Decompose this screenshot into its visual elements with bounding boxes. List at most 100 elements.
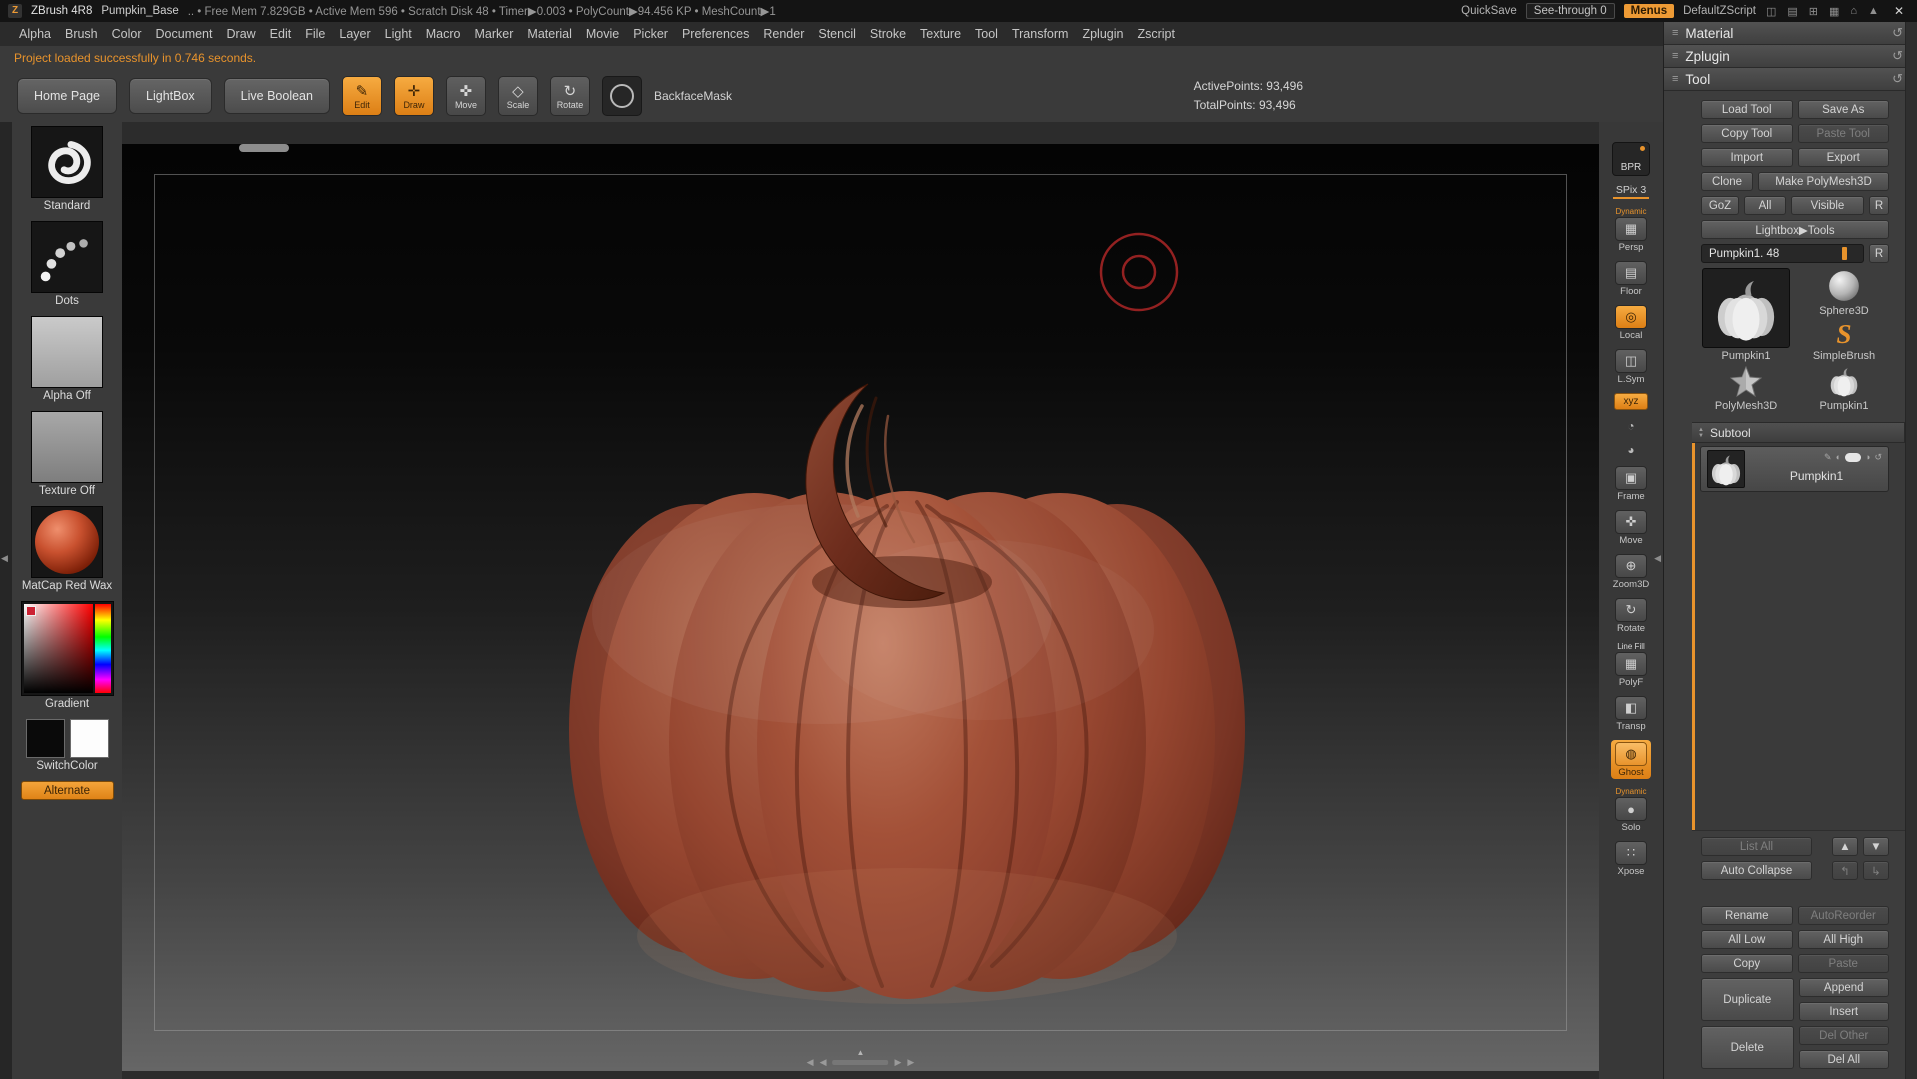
edit-mode-button[interactable]: ✎ Edit — [342, 76, 382, 116]
scroll-thumb[interactable] — [833, 1060, 889, 1065]
copy-tool-button[interactable]: Copy Tool — [1701, 124, 1793, 143]
duplicate-button[interactable]: Duplicate — [1701, 978, 1794, 1021]
menu-item-file[interactable]: File — [298, 24, 332, 44]
solo-button[interactable]: Dynamic ● Solo — [1615, 787, 1647, 833]
menu-item-macro[interactable]: Macro — [419, 24, 468, 44]
menu-item-texture[interactable]: Texture — [913, 24, 968, 44]
secondary-color-swatch[interactable] — [70, 719, 109, 758]
move-canvas-button[interactable]: ✜ Move — [1615, 510, 1647, 546]
polyframe-button[interactable]: Line Fill ▦ PolyF — [1615, 642, 1647, 688]
list-all-button[interactable]: List All — [1701, 837, 1812, 856]
tool-inventory-slider[interactable]: Pumpkin1. 48 — [1701, 244, 1864, 263]
subtool-up-button[interactable]: ▲ — [1832, 837, 1858, 856]
half-size-icon[interactable]: ◔ — [1621, 418, 1641, 434]
backface-mask-button[interactable]: BackfaceMask — [654, 89, 732, 103]
menus-button[interactable]: Menus — [1624, 4, 1674, 18]
goz-visible-button[interactable]: Visible — [1791, 196, 1864, 215]
material-palette-header[interactable]: ≡ Material ↺ — [1664, 22, 1917, 45]
alpha-selector[interactable]: Alpha Off — [21, 316, 114, 402]
zplugin-cycle-icon[interactable]: ↺ — [1892, 48, 1903, 64]
subtool-scroll-down-icon[interactable]: ▼ — [1698, 433, 1704, 439]
panel-scrollbar[interactable] — [1905, 22, 1917, 1079]
move-mode-button[interactable]: ✜ Move — [446, 76, 486, 116]
shelf-collapse-icon[interactable]: ◀ — [1654, 553, 1661, 564]
palette-menu-icon[interactable]: ≡ — [1672, 73, 1678, 85]
scroll-up-icon[interactable]: ▲ — [857, 1048, 865, 1057]
slider-handle[interactable] — [1842, 247, 1847, 260]
brush-thumbnail[interactable] — [31, 126, 103, 198]
ghost-button[interactable]: ◍ Ghost — [1611, 740, 1651, 779]
hue-strip[interactable] — [95, 604, 111, 693]
tray-collapse-icon[interactable]: ◀ — [1, 553, 8, 564]
document-canvas[interactable]: ◀ ◀ ▶ ▶ ▲ — [122, 144, 1599, 1071]
material-cycle-icon[interactable]: ↺ — [1892, 25, 1903, 41]
menu-item-stencil[interactable]: Stencil — [811, 24, 863, 44]
make-polymesh3d-button[interactable]: Make PolyMesh3D — [1758, 172, 1889, 191]
auto-collapse-button[interactable]: Auto Collapse — [1701, 861, 1812, 880]
volume-icon[interactable]: ◫ — [1765, 5, 1777, 18]
export-button[interactable]: Export — [1798, 148, 1890, 167]
subtool-thumbnail[interactable] — [1707, 450, 1745, 488]
insert-button[interactable]: Insert — [1799, 1002, 1890, 1021]
lsym-button[interactable]: ◫ L.Sym — [1615, 349, 1647, 385]
saturation-value-area[interactable] — [24, 604, 93, 693]
uv-icon[interactable]: ◐ — [1836, 452, 1841, 462]
home-icon[interactable]: ⌂ — [1849, 5, 1858, 17]
pumpkin1-tool[interactable]: Pumpkin1 — [1799, 364, 1889, 414]
alternate-button[interactable]: Alternate — [21, 781, 114, 800]
shader-icon[interactable]: ◑ — [1865, 452, 1870, 462]
menu-item-picker[interactable]: Picker — [626, 24, 675, 44]
alpha-thumbnail[interactable] — [31, 316, 103, 388]
panels-icon[interactable]: ▤ — [1786, 5, 1798, 18]
del-all-button[interactable]: Del All — [1799, 1050, 1890, 1069]
subtool-scrollbar[interactable] — [1692, 443, 1695, 830]
documents-icon[interactable]: ▦ — [1828, 5, 1840, 18]
dynamic-persp-button[interactable]: Dynamic ▦ Persp — [1615, 207, 1647, 253]
bpr-render-button[interactable]: BPR — [1612, 142, 1650, 176]
canvas-scrollbar[interactable]: ◀ ◀ ▶ ▶ ▲ — [807, 1057, 915, 1068]
close-icon[interactable]: ✕ — [1889, 4, 1909, 18]
xyz-axis-button[interactable]: xyz — [1614, 393, 1648, 410]
all-high-button[interactable]: All High — [1798, 930, 1890, 949]
home-page-button[interactable]: Home Page — [17, 78, 117, 114]
subtool-section-header[interactable]: ▲ ▼ Subtool — [1692, 422, 1905, 443]
zplugin-palette-header[interactable]: ≡ Zplugin ↺ — [1664, 45, 1917, 68]
live-boolean-button[interactable]: Live Boolean — [224, 78, 330, 114]
default-zscript-button[interactable]: DefaultZScript — [1683, 5, 1756, 17]
spix-slider[interactable]: SPix 3 — [1613, 184, 1649, 199]
del-other-button[interactable]: Del Other — [1799, 1026, 1890, 1045]
move-up-hierarchy-button[interactable]: ↰ — [1832, 861, 1858, 880]
import-button[interactable]: Import — [1701, 148, 1793, 167]
grid-layout-icon[interactable]: ⊞ — [1808, 5, 1819, 18]
pumpkin-model[interactable] — [122, 144, 1599, 1071]
delete-button[interactable]: Delete — [1701, 1026, 1794, 1069]
move-down-hierarchy-button[interactable]: ↳ — [1863, 861, 1889, 880]
simplebrush-tool[interactable]: S SimpleBrush — [1799, 319, 1889, 364]
color-selector[interactable]: Gradient — [21, 601, 114, 710]
lightbox-button[interactable]: LightBox — [129, 78, 212, 114]
scroll-right-icon[interactable]: ▶ — [895, 1057, 902, 1068]
local-transform-button[interactable]: ◎ Local — [1615, 305, 1647, 341]
rotate-canvas-button[interactable]: ↻ Rotate — [1615, 598, 1647, 634]
texture-thumbnail[interactable] — [31, 411, 103, 483]
material-selector[interactable]: MatCap Red Wax — [21, 506, 114, 592]
tool-cycle-icon[interactable]: ↺ — [1892, 71, 1903, 87]
paste-subtool-button[interactable]: Paste — [1798, 954, 1890, 973]
menu-item-movie[interactable]: Movie — [579, 24, 626, 44]
auto-reorder-button[interactable]: AutoReorder — [1798, 906, 1890, 925]
menu-item-zplugin[interactable]: Zplugin — [1075, 24, 1130, 44]
menu-item-color[interactable]: Color — [105, 24, 149, 44]
scroll-left2-icon[interactable]: ◀ — [820, 1057, 827, 1068]
menu-item-alpha[interactable]: Alpha — [12, 24, 58, 44]
stroke-thumbnail[interactable] — [31, 221, 103, 293]
menu-item-zscript[interactable]: Zscript — [1130, 24, 1182, 44]
menu-item-document[interactable]: Document — [149, 24, 220, 44]
rename-button[interactable]: Rename — [1701, 906, 1793, 925]
menu-item-tool[interactable]: Tool — [968, 24, 1005, 44]
subtool-scroll-icons[interactable]: ▲ ▼ — [1698, 427, 1704, 439]
zoom3d-button[interactable]: ⊕ Zoom3D — [1613, 554, 1649, 590]
menu-item-render[interactable]: Render — [756, 24, 811, 44]
actual-size-icon[interactable]: ◕ — [1621, 442, 1641, 458]
tool-palette-header[interactable]: ≡ Tool ↺ — [1664, 68, 1917, 91]
append-button[interactable]: Append — [1799, 978, 1890, 997]
